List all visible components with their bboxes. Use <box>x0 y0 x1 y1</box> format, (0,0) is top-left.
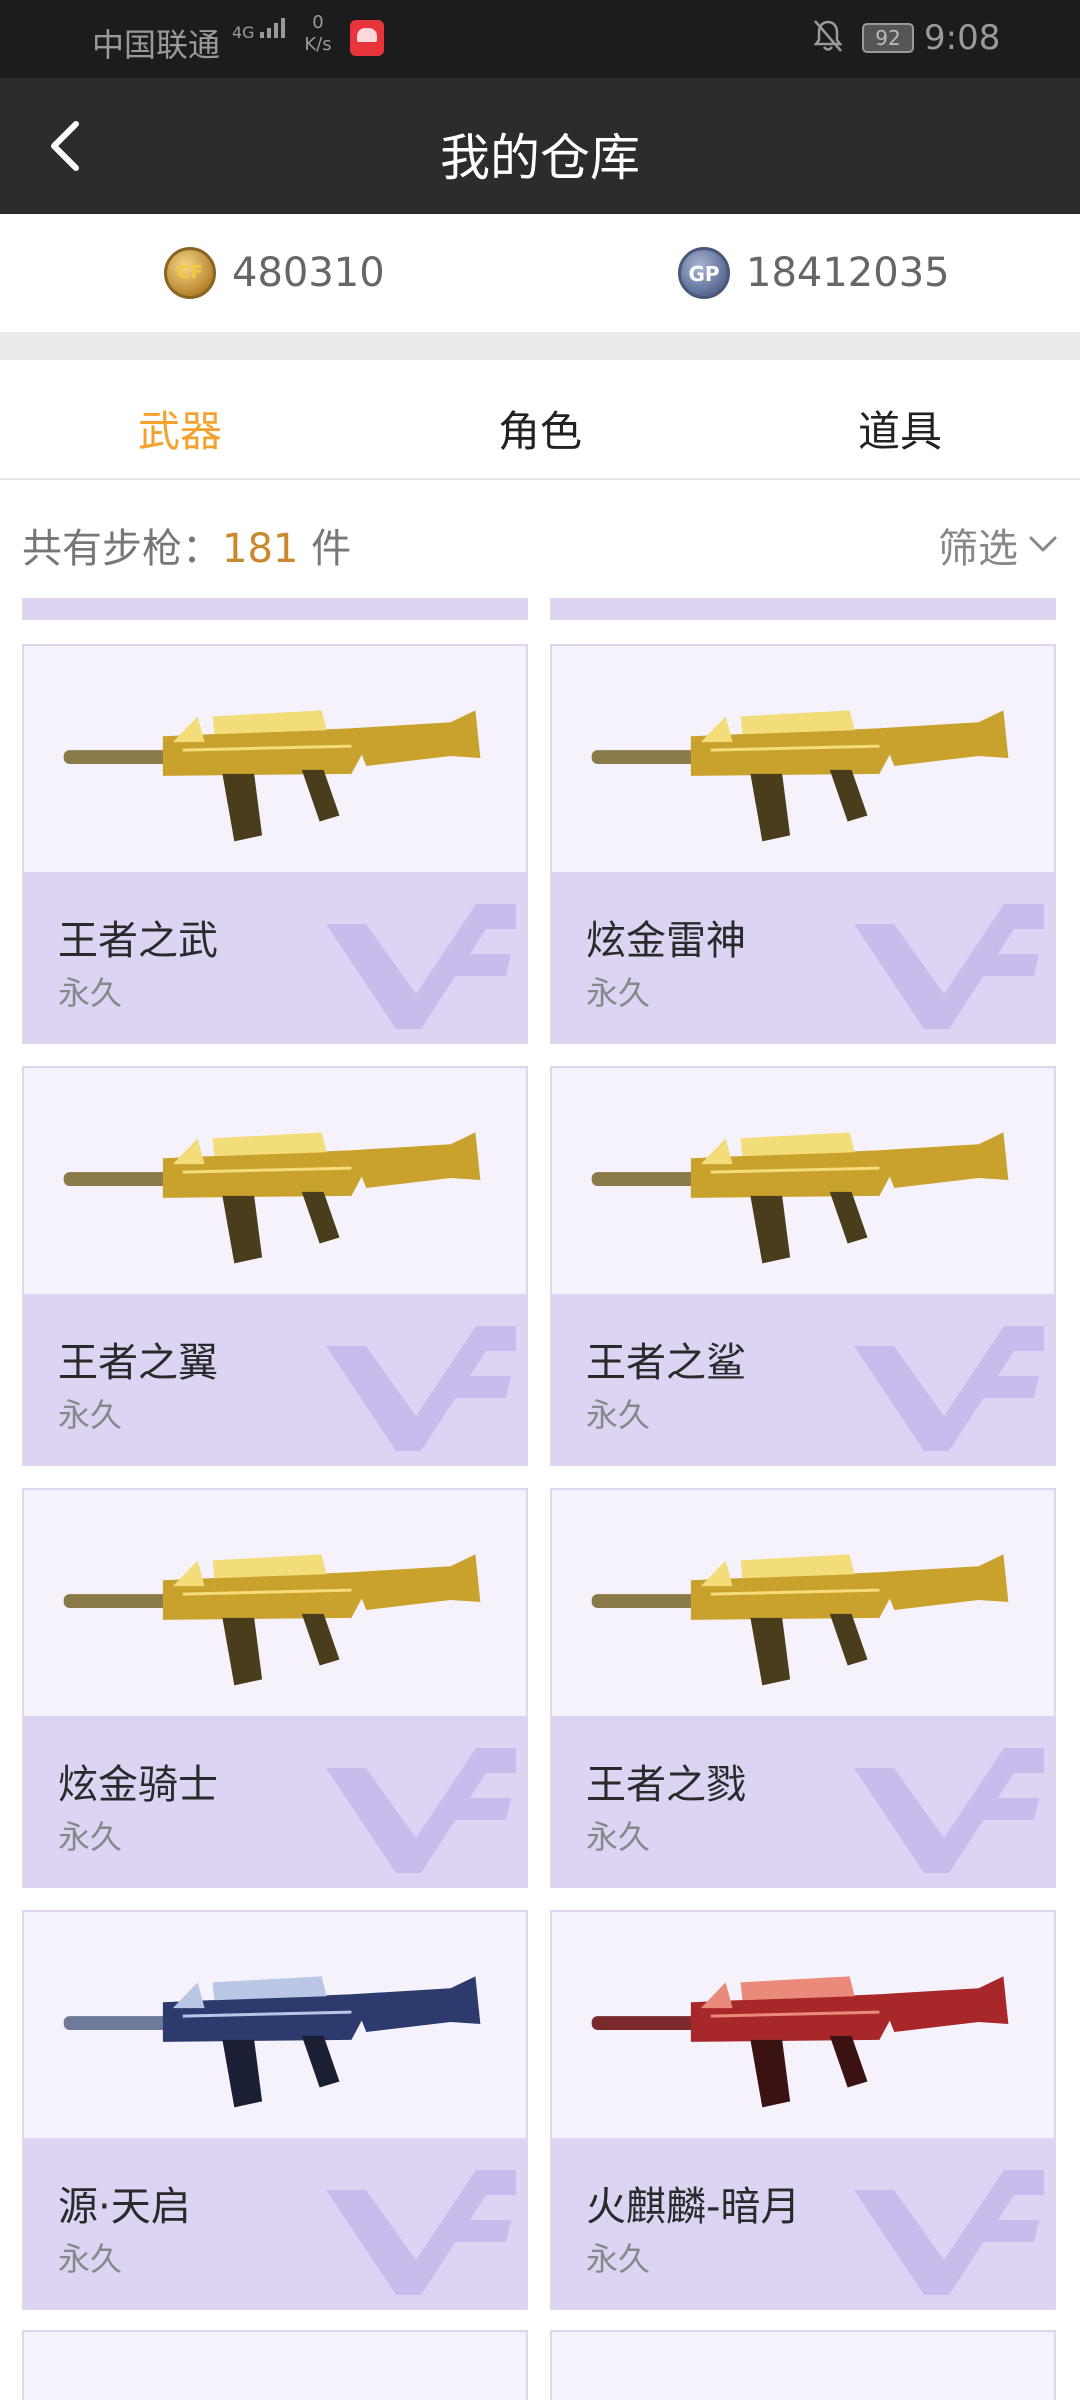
speed-value: 0 <box>312 12 324 33</box>
app-header: 我的仓库 <box>0 78 1080 214</box>
weapon-card[interactable]: 王者之武 永久 <box>22 644 528 1044</box>
item-count-prefix: 共有步枪： <box>22 526 222 572</box>
weapon-duration: 永久 <box>586 1396 651 1434</box>
weapon-duration: 永久 <box>586 1818 651 1856</box>
weapon-name: 王者之翼 <box>58 1340 218 1386</box>
page-title: 我的仓库 <box>440 129 640 187</box>
cf-watermark-icon <box>854 1326 1044 1451</box>
mute-bell-icon <box>813 20 843 52</box>
tab-items[interactable]: 道具 <box>810 398 990 459</box>
weapon-name: 炫金雷神 <box>586 918 746 964</box>
cf-watermark-icon <box>854 2170 1044 2295</box>
tab-characters[interactable]: 角色 <box>450 398 630 459</box>
weapon-card[interactable]: 炫金雷神 永久 <box>550 644 1056 1044</box>
weapon-info: 王者之翼 永久 <box>24 1294 526 1464</box>
network-type: 4G <box>232 23 255 42</box>
weapon-duration: 永久 <box>58 1818 123 1856</box>
weapon-name: 炫金骑士 <box>58 1762 218 1808</box>
weapon-rifle-icon <box>63 710 481 842</box>
weapon-name: 王者之戮 <box>586 1762 746 1808</box>
filter-button[interactable]: 筛选 <box>938 516 1058 574</box>
weapon-card-partial[interactable] <box>22 598 528 620</box>
tab-weapons[interactable]: 武器 <box>90 398 270 459</box>
gp-points: 18412035 <box>678 244 950 302</box>
weapon-name: 源·天启 <box>58 2184 191 2230</box>
cf-watermark-icon <box>326 904 516 1029</box>
cf-coin-icon <box>164 247 216 299</box>
weapon-info: 火麒麟-暗月永久 <box>552 2138 1054 2308</box>
weapon-card[interactable]: 源·天启永久 <box>22 1910 528 2310</box>
filter-label: 筛选 <box>938 526 1018 572</box>
battery-indicator: 92 <box>862 23 914 53</box>
item-count-number: 181 <box>222 526 299 572</box>
cf-watermark-icon <box>326 1748 516 1873</box>
weapon-info: 王者之鲨 永久 <box>552 1294 1054 1464</box>
weapon-info: 王者之戮 永久 <box>552 1716 1054 1886</box>
weapon-info: 炫金骑士 永久 <box>24 1716 526 1886</box>
weapon-card[interactable]: 王者之翼 永久 <box>22 1066 528 1466</box>
signal-icon: 4G <box>232 18 288 42</box>
weapon-duration: 永久 <box>58 974 123 1012</box>
clock: 9:08 <box>924 18 1001 58</box>
currency-bar: 480310 18412035 <box>0 214 1080 332</box>
speed-unit: K/s <box>304 34 332 55</box>
item-count: 共有步枪：181 件 <box>22 516 351 574</box>
weapon-rifle-icon <box>63 1132 481 1264</box>
weapon-card[interactable]: 王者之鲨 永久 <box>550 1066 1056 1466</box>
weapon-duration: 永久 <box>586 974 651 1012</box>
network-speed: 0 K/s <box>300 12 336 56</box>
weapon-name: 王者之鲨 <box>586 1340 746 1386</box>
weapon-grid: 王者之武 永久 炫金雷神 永久 王者之翼 永久 王者之鲨 永久 炫金骑士 永久 王者之戮 永久 源·天启… <box>0 598 1080 2400</box>
gp-coin-icon <box>678 247 730 299</box>
weapon-card[interactable]: 火麒麟-暗月永久 <box>550 1910 1056 2310</box>
cf-watermark-icon <box>326 2170 516 2295</box>
notification-app-icon <box>350 20 384 56</box>
count-row: 共有步枪：181 件 筛选 <box>0 482 1080 598</box>
cf-watermark-icon <box>854 1748 1044 1873</box>
cf-points: 480310 <box>164 244 385 302</box>
gp-points-value: 18412035 <box>746 250 950 296</box>
weapon-info: 源·天启永久 <box>24 2138 526 2308</box>
weapon-card-partial[interactable] <box>550 598 1056 620</box>
weapon-rifle-icon <box>591 1976 1009 2108</box>
carrier-label: 中国联通 <box>92 26 221 64</box>
category-tabs: 武器 角色 道具 <box>0 360 1080 480</box>
weapon-card[interactable]: 王者之戮 永久 <box>550 1488 1056 1888</box>
signal-bars-icon <box>259 18 285 38</box>
status-bar: 中国联通 4G 0 K/s 92 9:08 <box>0 0 1080 78</box>
weapon-duration: 永久 <box>586 2240 651 2278</box>
weapon-info: 王者之武 永久 <box>24 872 526 1042</box>
weapon-rifle-icon <box>591 1132 1009 1264</box>
weapon-rifle-icon <box>591 710 1009 842</box>
weapon-card-partial[interactable] <box>22 2330 528 2400</box>
weapon-name: 火麒麟-暗月 <box>586 2184 801 2230</box>
chevron-down-icon <box>1029 536 1057 552</box>
weapon-rifle-icon <box>63 1976 481 2108</box>
weapon-duration: 永久 <box>58 1396 123 1434</box>
weapon-info: 炫金雷神 永久 <box>552 872 1054 1042</box>
cf-watermark-icon <box>326 1326 516 1451</box>
weapon-rifle-icon <box>63 1554 481 1686</box>
cf-watermark-icon <box>854 904 1044 1029</box>
weapon-duration: 永久 <box>58 2240 123 2278</box>
weapon-rifle-icon <box>591 1554 1009 1686</box>
item-count-suffix: 件 <box>298 526 352 572</box>
section-divider <box>0 332 1080 360</box>
weapon-card[interactable]: 炫金骑士 永久 <box>22 1488 528 1888</box>
weapon-card-partial[interactable] <box>550 2330 1056 2400</box>
weapon-name: 王者之武 <box>58 918 218 964</box>
cf-points-value: 480310 <box>232 250 385 296</box>
